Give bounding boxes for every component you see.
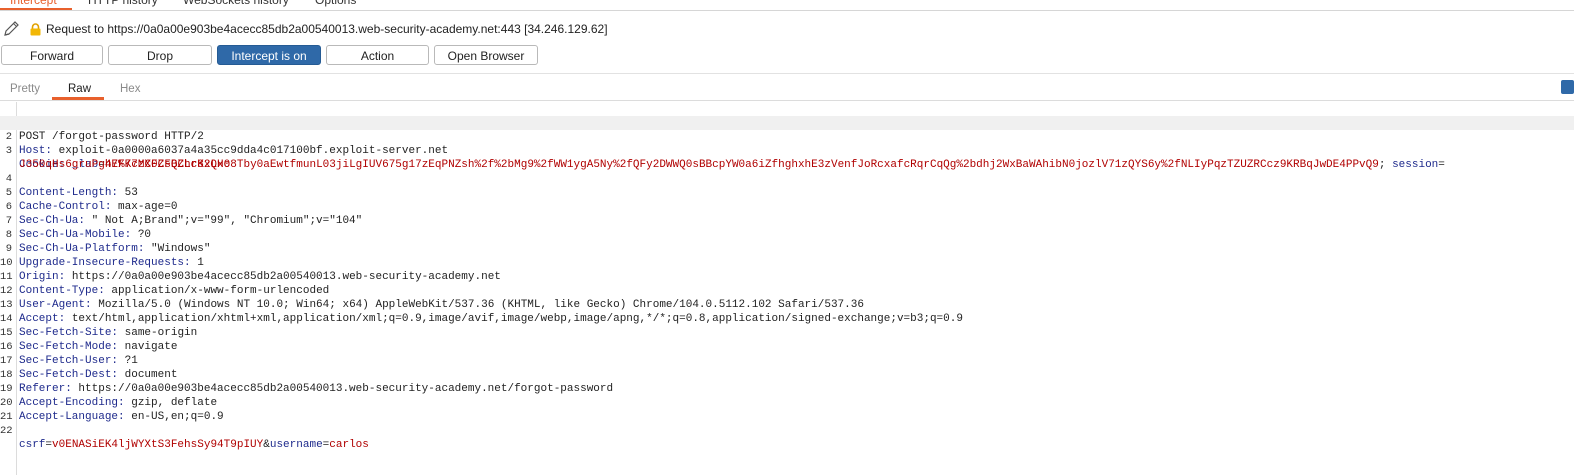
editor-line: 10 Origin: https://0a0a00e903be4acecc85d…: [0, 242, 1574, 283]
top-tabs-bar: Intercept HTTP history WebSockets histor…: [0, 0, 1574, 11]
forward-button[interactable]: Forward: [1, 45, 103, 65]
tab-websockets-history[interactable]: WebSockets history: [183, 0, 289, 9]
view-tabs-divider: [0, 100, 1574, 101]
editor-line: 16 Sec-Fetch-User: ?1: [0, 326, 1574, 367]
request-editor[interactable]: 1 POST /forgot-password HTTP/2 2 Host: e…: [0, 102, 1574, 475]
editor-line: 8 Sec-Ch-Ua-Platform: "Windows": [0, 214, 1574, 255]
open-browser-button[interactable]: Open Browser: [434, 45, 538, 65]
pencil-icon[interactable]: [2, 20, 22, 38]
line-number: 22: [0, 425, 13, 437]
editor-line: 12 User-Agent: Mozilla/5.0 (Windows NT 1…: [0, 270, 1574, 311]
editor-line: 21: [0, 396, 1574, 423]
request-info-bar: Request to https://0a0a00e903be4acecc85d…: [0, 18, 1574, 40]
editor-line: 20 Accept-Language: en-US,en;q=0.9: [0, 382, 1574, 423]
editor-line: 18 Referer: https://0a0a00e903be4acecc85…: [0, 354, 1574, 395]
tab-hex[interactable]: Hex: [120, 81, 140, 97]
editor-line: 9 Upgrade-Insecure-Requests: 1: [0, 228, 1574, 269]
editor-line: 6 Sec-Ch-Ua: " Not A;Brand";v="99", "Chr…: [0, 186, 1574, 227]
editor-line: 15 Sec-Fetch-Mode: navigate: [0, 312, 1574, 353]
editor-line: 11 Content-Type: application/x-www-form-…: [0, 256, 1574, 297]
editor-line-wrapped: J350qHs6gruPghEFK7zXFZsBZhr82QH0: [0, 144, 1574, 171]
param-value: v0ENASiEK4ljWYXtS3FehsSy94T9pIUY: [52, 439, 264, 451]
tab-pretty[interactable]: Pretty: [10, 81, 40, 97]
inspector-toggle-icon[interactable]: [1561, 80, 1574, 94]
toolbar-divider: [0, 73, 1574, 74]
tab-raw[interactable]: Raw: [68, 81, 91, 97]
tab-http-history[interactable]: HTTP history: [88, 0, 158, 9]
param-value: carlos: [329, 439, 369, 451]
editor-line: 13 Accept: text/html,application/xhtml+x…: [0, 284, 1574, 325]
request-target-text: Request to https://0a0a00e903be4acecc85d…: [46, 22, 608, 36]
editor-line: 4 Content-Length: 53: [0, 158, 1574, 199]
param-name: csrf: [19, 439, 46, 451]
action-button[interactable]: Action: [326, 45, 429, 65]
editor-line: 14 Sec-Fetch-Site: same-origin: [0, 298, 1574, 339]
editor-line: 7 Sec-Ch-Ua-Mobile: ?0: [0, 200, 1574, 241]
editor-line-highlighted: 2 Host: exploit-0a0000a6037a4a35cc9dda4c…: [0, 116, 1574, 157]
editor-line: 19 Accept-Encoding: gzip, deflate: [0, 368, 1574, 409]
editor-line: 1 POST /forgot-password HTTP/2: [0, 102, 1574, 143]
tab-options[interactable]: Options: [315, 0, 356, 9]
editor-line: 17 Sec-Fetch-Dest: document: [0, 340, 1574, 381]
editor-line: 5 Cache-Control: max-age=0: [0, 172, 1574, 213]
active-tab-underline: [0, 8, 72, 10]
param-name: username: [269, 439, 323, 451]
editor-line: 3 Cookie: _lab=47%7cMC0CFQCLcKxLxo8Tby0a…: [0, 130, 1574, 171]
intercept-toggle-button[interactable]: Intercept is on: [217, 45, 321, 65]
lock-icon: [30, 23, 41, 36]
drop-button[interactable]: Drop: [108, 45, 212, 65]
editor-line: 22 csrf=v0ENASiEK4ljWYXtS3FehsSy94T9pIUY…: [0, 425, 369, 451]
